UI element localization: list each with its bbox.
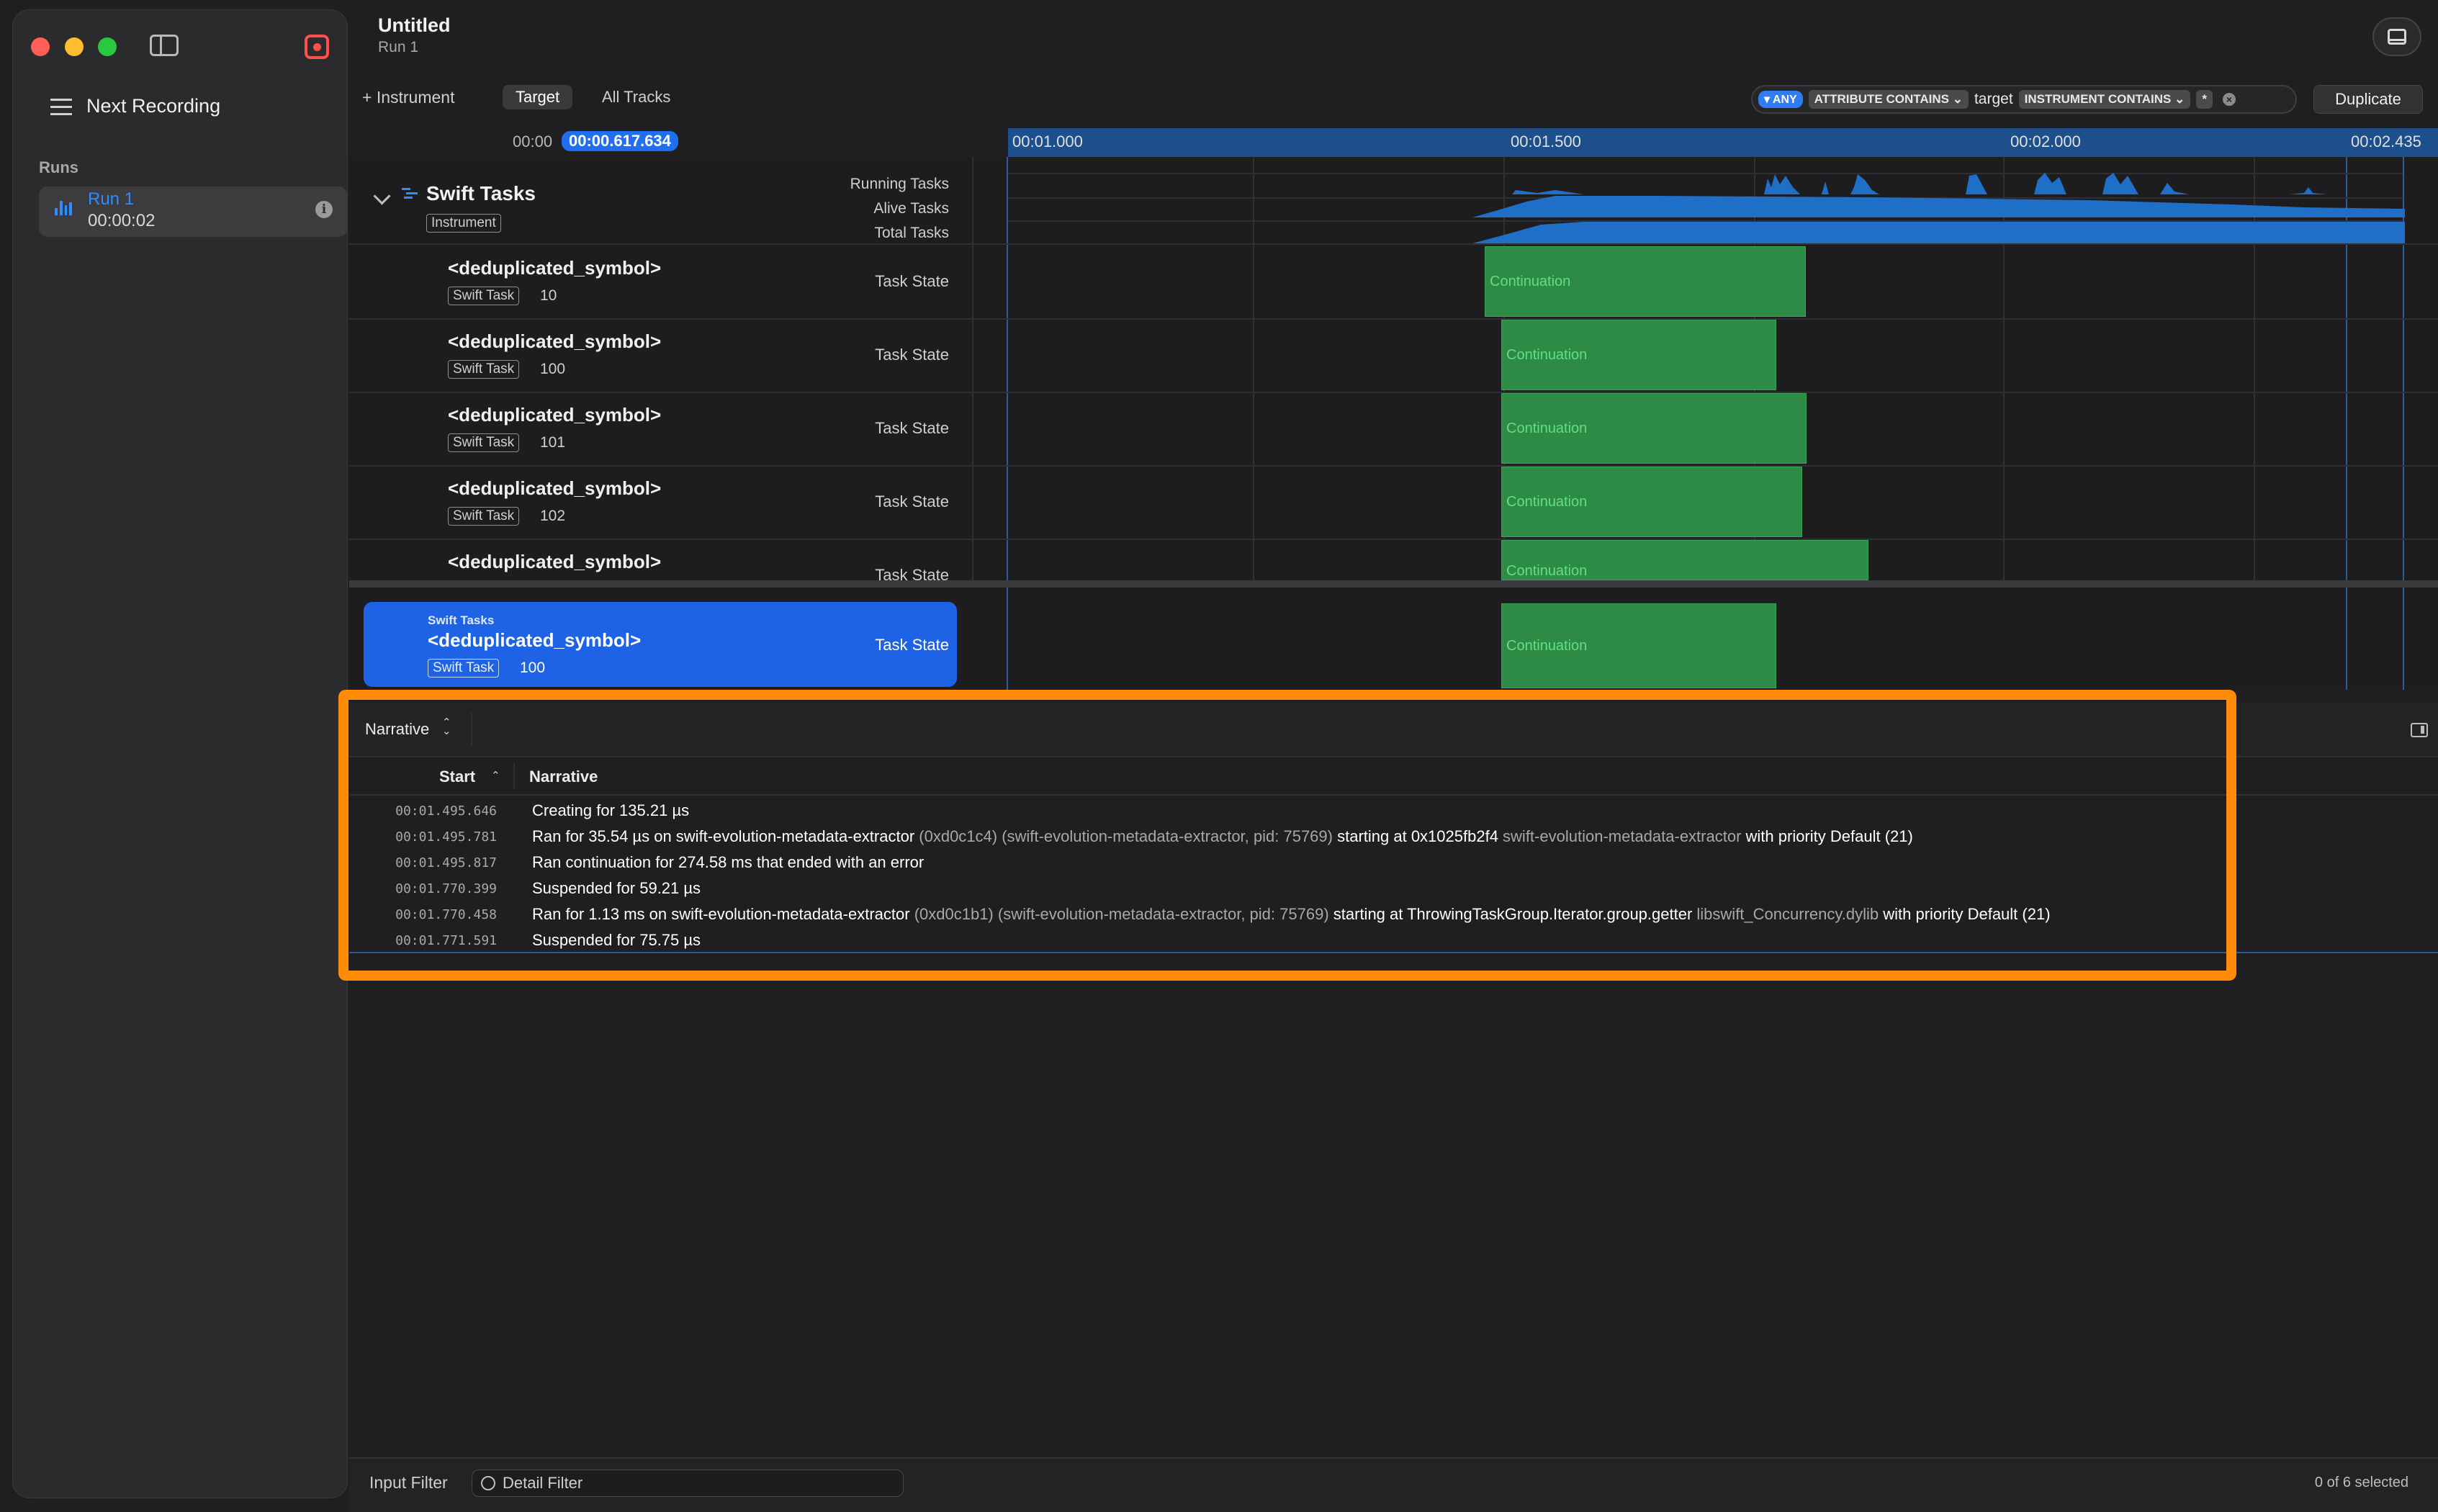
task-name: <deduplicated_symbol>	[448, 257, 662, 279]
ruler-tick: 00:02.435	[2351, 132, 2421, 150]
document-title: Untitled	[378, 14, 451, 36]
clear-filter-icon[interactable]: ×	[2222, 93, 2236, 106]
swift-task-badge: Swift Task	[448, 433, 520, 452]
total-tasks-label: Total Tasks	[874, 225, 950, 241]
running-tasks-label: Running Tasks	[850, 176, 949, 192]
swift-task-badge: Swift Task	[448, 287, 520, 305]
sidebar-toggle-icon[interactable]	[150, 35, 179, 56]
detail-filter-field[interactable]: Detail Filter	[472, 1470, 904, 1497]
any-filter-token[interactable]: ▾ ANY	[1758, 91, 1803, 108]
continuation-interval[interactable]: Continuation	[1501, 603, 1776, 688]
record-button[interactable]	[305, 35, 329, 59]
filter-icon	[481, 1476, 495, 1490]
tab-all-tracks[interactable]: All Tracks	[589, 85, 683, 109]
task-id: 102	[540, 508, 566, 524]
continuation-interval[interactable]: Continuation	[1485, 246, 1806, 317]
total-tasks-series	[1472, 222, 2405, 243]
tab-target[interactable]: Target	[503, 85, 573, 109]
instrument-badge: Instrument	[426, 214, 501, 233]
swift-tasks-summary-graph[interactable]	[1008, 166, 2438, 245]
track-divider	[972, 157, 973, 582]
task-id: 10	[540, 287, 557, 304]
continuation-interval[interactable]: Continuation	[1501, 320, 1776, 390]
document-subtitle: Run 1	[378, 39, 419, 55]
run-duration: 00:00:02	[88, 211, 156, 230]
task-state-label: Task State	[875, 636, 949, 654]
continuation-interval[interactable]: Continuation	[1501, 467, 1802, 537]
row-divider	[349, 243, 2438, 245]
run-item[interactable]: Run 1 00:00:02 i	[39, 186, 347, 237]
row-divider	[349, 318, 2438, 320]
selection-count: 0 of 6 selected	[2314, 1475, 2408, 1490]
row-divider	[349, 539, 2438, 540]
swift-task-badge: Swift Task	[428, 659, 500, 678]
selected-task-id: 100	[520, 660, 546, 676]
track-filter-bar[interactable]: ▾ ANY ATTRIBUTE CONTAINS ⌄ target INSTRU…	[1751, 85, 2297, 114]
alive-tasks-label: Alive Tasks	[873, 200, 949, 217]
run-end-line	[2403, 588, 2404, 690]
continuation-interval[interactable]: Continuation	[1501, 540, 1868, 580]
task-name: <deduplicated_symbol>	[448, 551, 662, 572]
list-icon	[50, 97, 72, 116]
task-state-label: Task State	[875, 492, 949, 510]
swift-tasks-icon	[402, 186, 418, 200]
inspection-line	[2346, 588, 2347, 690]
ruler-tick: 00:02.000	[2010, 132, 2081, 150]
task-state-label: Task State	[875, 346, 949, 364]
highlight-annotation	[338, 690, 2236, 981]
task-state-label: Task State	[875, 272, 949, 290]
task-name: <deduplicated_symbol>	[448, 330, 662, 352]
attribute-filter-value[interactable]: target	[1974, 91, 2013, 108]
task-name: <deduplicated_symbol>	[448, 404, 662, 426]
selected-track-group: Swift Tasks	[428, 613, 495, 627]
timeline-ruler-left	[349, 128, 1008, 157]
row-divider	[349, 392, 2438, 393]
instrument-condition-token[interactable]: INSTRUMENT CONTAINS ⌄	[2018, 90, 2191, 109]
input-filter-button[interactable]: Input Filter	[369, 1473, 448, 1493]
ruler-start-label: 00:00	[513, 132, 553, 150]
cursor-time-badge[interactable]: 00:00.617.634	[562, 131, 678, 151]
task-state-label: Task State	[875, 419, 949, 437]
info-icon[interactable]: i	[315, 201, 333, 218]
task-id: 100	[540, 361, 566, 377]
run-name: Run 1	[88, 189, 135, 209]
inspector-toggle-icon[interactable]	[2411, 723, 2428, 737]
close-window-button[interactable]	[31, 37, 50, 56]
instrument-name: Swift Tasks	[426, 182, 536, 204]
running-tasks-series	[1472, 173, 2327, 194]
selected-track-name: <deduplicated_symbol>	[428, 629, 642, 651]
instrument-filter-value[interactable]: *	[2196, 90, 2213, 109]
runs-section-label: Runs	[39, 158, 78, 176]
alive-tasks-series	[1472, 196, 2405, 217]
next-recording-item[interactable]: Next Recording	[50, 95, 220, 117]
task-id: 101	[540, 434, 566, 451]
next-recording-label: Next Recording	[86, 95, 221, 117]
attribute-condition-token[interactable]: ATTRIBUTE CONTAINS ⌄	[1808, 90, 1969, 109]
bottom-panel-toggle-icon[interactable]	[2372, 17, 2421, 56]
task-name: <deduplicated_symbol>	[448, 477, 662, 499]
add-instrument-button[interactable]: + Instrument	[362, 88, 454, 107]
sidebar: Next Recording Runs Run 1 00:00:02 i	[12, 9, 348, 1498]
row-divider	[349, 465, 2438, 467]
swift-task-badge: Swift Task	[448, 360, 520, 379]
ruler-tick: 00:01.000	[1012, 132, 1083, 150]
timeline-ruler[interactable]	[1008, 128, 2438, 157]
swift-task-badge: Swift Task	[448, 507, 520, 526]
split-view-handle[interactable]	[349, 580, 2438, 588]
duplicate-button[interactable]: Duplicate	[2313, 85, 2423, 114]
continuation-interval[interactable]: Continuation	[1501, 393, 1807, 464]
chart-bars-icon	[55, 201, 72, 215]
minimize-window-button[interactable]	[65, 37, 84, 56]
ruler-tick: 00:01.500	[1511, 132, 1581, 150]
zoom-window-button[interactable]	[98, 37, 117, 56]
detail-filter-placeholder: Detail Filter	[503, 1474, 583, 1492]
timeline-start-line	[1007, 588, 1008, 690]
